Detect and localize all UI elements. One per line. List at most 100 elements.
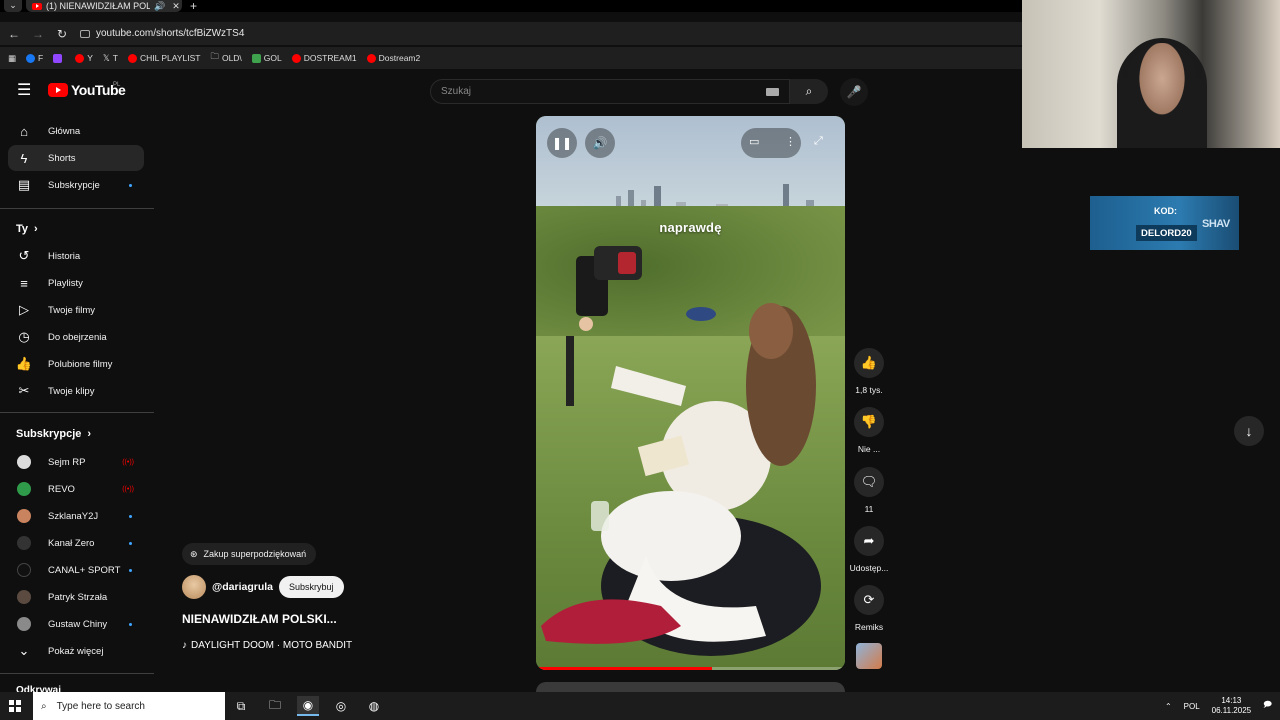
- share-icon: ➦: [863, 533, 875, 548]
- more-options-button[interactable]: ⋮: [785, 135, 796, 148]
- avatar: [17, 482, 31, 496]
- task-view-icon[interactable]: ⧉: [230, 696, 252, 716]
- channel-avatar[interactable]: [182, 575, 206, 599]
- sidebar-item-your-clips[interactable]: ✂ Twoje klipy: [8, 378, 144, 404]
- sidebar-item-shorts[interactable]: ϟ Shorts: [8, 145, 144, 171]
- sidebar-item-home[interactable]: ⌂ Główna: [8, 118, 144, 144]
- next-short-button[interactable]: ↓: [1234, 416, 1264, 446]
- remix-label: Remiks: [854, 622, 884, 632]
- new-content-dot: [129, 568, 132, 572]
- search-button[interactable]: ⌕: [790, 79, 828, 104]
- comment-count: 11: [864, 504, 874, 514]
- back-button[interactable]: ←: [4, 27, 24, 41]
- super-thanks-button[interactable]: ⊛ Zakup superpodziękowań: [182, 543, 317, 565]
- avatar: [17, 536, 31, 550]
- dislike-button[interactable]: 👎: [854, 407, 884, 437]
- comment-icon: 🗨: [860, 474, 878, 489]
- like-action: 👍 1,8 tys.: [848, 348, 890, 395]
- clock[interactable]: 14:13 06.11.2025: [1212, 696, 1251, 716]
- chevron-right-icon: ›: [87, 428, 92, 440]
- promo-banner: KOD: DELORD20 SHAV: [1090, 196, 1239, 250]
- site-info-icon[interactable]: [80, 29, 90, 38]
- like-button[interactable]: 👍: [854, 348, 884, 378]
- share-button[interactable]: ➦: [854, 526, 884, 556]
- voice-search-button[interactable]: 🎤: [840, 78, 868, 106]
- scissors-icon: ✂: [18, 383, 30, 398]
- remix-action: ⟳ Remiks: [848, 585, 890, 632]
- sidebar-sub-canal-plus-sport[interactable]: CANAL+ SPORT: [8, 557, 144, 583]
- close-icon[interactable]: ✕: [170, 1, 182, 12]
- forward-button[interactable]: →: [28, 27, 48, 41]
- app-icon-2[interactable]: ◍: [363, 696, 385, 716]
- notifications-icon[interactable]: 🗩: [1263, 699, 1272, 713]
- subscribe-button[interactable]: Subskrybuj: [279, 576, 344, 598]
- bookmark-chil-playlist[interactable]: CHIL PLAYLIST: [127, 53, 200, 63]
- bookmark-dostream1[interactable]: DOSTREAM1: [291, 53, 357, 63]
- shorts-video-player[interactable]: naprawdę ❚❚ 🔊 ▭ ⋮ ⤢: [536, 116, 845, 670]
- divider: [0, 208, 154, 209]
- streamer-webcam: [1022, 0, 1280, 148]
- bookmark-folder-old[interactable]: 🗀 OLD\: [210, 51, 241, 65]
- bookmark-facebook[interactable]: F: [26, 53, 43, 63]
- windows-start-icon[interactable]: [9, 700, 21, 712]
- youtube-play-icon: [48, 83, 68, 97]
- captions-button[interactable]: ▭: [749, 135, 759, 148]
- file-explorer-icon[interactable]: 🗀: [264, 696, 286, 716]
- taskbar-search-input[interactable]: ⌕ Type here to search: [33, 692, 225, 720]
- speaker-icon[interactable]: 🔊: [154, 1, 166, 12]
- remix-button[interactable]: ⟳: [854, 585, 884, 615]
- sidebar-item-history[interactable]: ↺ Historia: [8, 243, 144, 269]
- sidebar-item-subscriptions[interactable]: ▤ Subskrypcje: [8, 172, 144, 198]
- super-thanks-icon: ⊛: [190, 548, 198, 559]
- language-indicator[interactable]: POL: [1184, 702, 1200, 711]
- reload-button[interactable]: ↻: [52, 27, 72, 41]
- sidebar-item-watch-later[interactable]: ◷ Do obejrzenia: [8, 324, 144, 350]
- you-section-header[interactable]: Ty ›: [16, 223, 38, 235]
- bookmark-dostream2[interactable]: Dostream2: [366, 53, 420, 63]
- menu-icon[interactable]: ☰: [17, 83, 31, 99]
- bookmark-gol[interactable]: GOL: [251, 53, 282, 63]
- tab-search-button[interactable]: ⌄: [4, 0, 22, 12]
- sidebar-item-your-videos[interactable]: ▷ Twoje filmy: [8, 297, 144, 323]
- subscriptions-icon: ▤: [17, 177, 31, 192]
- new-tab-button[interactable]: +: [190, 0, 197, 13]
- comments-button[interactable]: 🗨: [854, 467, 884, 497]
- sidebar-sub-kanal-zero[interactable]: Kanał Zero: [8, 530, 144, 556]
- arrow-down-icon: ↓: [1245, 423, 1253, 439]
- chevron-up-icon[interactable]: ⌃: [1165, 702, 1172, 711]
- sidebar-item-playlists[interactable]: ≡ Playlisty: [8, 270, 144, 296]
- avatar: [17, 617, 31, 631]
- bookmark-youtube[interactable]: Y: [75, 53, 93, 63]
- music-link[interactable]: ♪ DAYLIGHT DOOM · MOTO BANDIT: [182, 640, 352, 651]
- apps-icon[interactable]: ▦: [8, 53, 16, 64]
- pause-button[interactable]: ❚❚: [547, 128, 577, 158]
- bookmark-twitch[interactable]: [53, 53, 65, 63]
- browser-tab-active[interactable]: (1) NIENAWIDZIŁAM POLSKI... 🔊 ✕: [26, 0, 182, 12]
- keyboard-icon[interactable]: [766, 88, 779, 96]
- subscriptions-section-header[interactable]: Subskrypcje ›: [16, 428, 91, 440]
- bookmark-x[interactable]: 𝕏T: [103, 53, 118, 64]
- bookmarks-bar: ▦ F Y 𝕏T CHIL PLAYLIST 🗀 OLD\ GOL DOSTREA…: [0, 47, 1022, 69]
- sidebar-item-liked-videos[interactable]: 👍 Polubione filmy: [8, 351, 144, 377]
- sidebar-sub-sejm-rp[interactable]: Sejm RP ((•)): [8, 449, 144, 475]
- video-progress-bar[interactable]: [536, 667, 845, 670]
- search-input[interactable]: Szukaj: [430, 79, 790, 104]
- music-note-icon: ♪: [182, 640, 187, 651]
- sidebar-sub-szklanay2j[interactable]: SzklanaY2J: [8, 503, 144, 529]
- sidebar-sub-gustaw-chiny[interactable]: Gustaw Chiny: [8, 611, 144, 637]
- volume-button[interactable]: 🔊: [585, 128, 615, 158]
- fullscreen-button[interactable]: ⤢: [814, 135, 823, 148]
- channel-name[interactable]: @dariagrula: [212, 581, 273, 593]
- new-content-dot: [129, 183, 132, 187]
- history-icon: ↺: [18, 248, 30, 263]
- video-title[interactable]: NIENAWIDZIŁAM POLSKI...: [182, 612, 337, 626]
- sidebar-show-more[interactable]: ⌄ Pokaż więcej: [8, 638, 144, 664]
- sidebar-sub-patryk-strzala[interactable]: Patryk Strzała: [8, 584, 144, 610]
- url-field[interactable]: youtube.com/shorts/tcfBiZWzTS4: [80, 28, 244, 39]
- chrome-icon[interactable]: ◉: [297, 696, 319, 716]
- thumb-down-icon: 👎: [860, 414, 878, 429]
- sidebar-sub-revo[interactable]: REVO ((•)): [8, 476, 144, 502]
- promo-label: KOD:: [1154, 206, 1177, 216]
- app-icon-1[interactable]: ◎: [330, 696, 352, 716]
- sound-thumbnail[interactable]: [856, 643, 882, 669]
